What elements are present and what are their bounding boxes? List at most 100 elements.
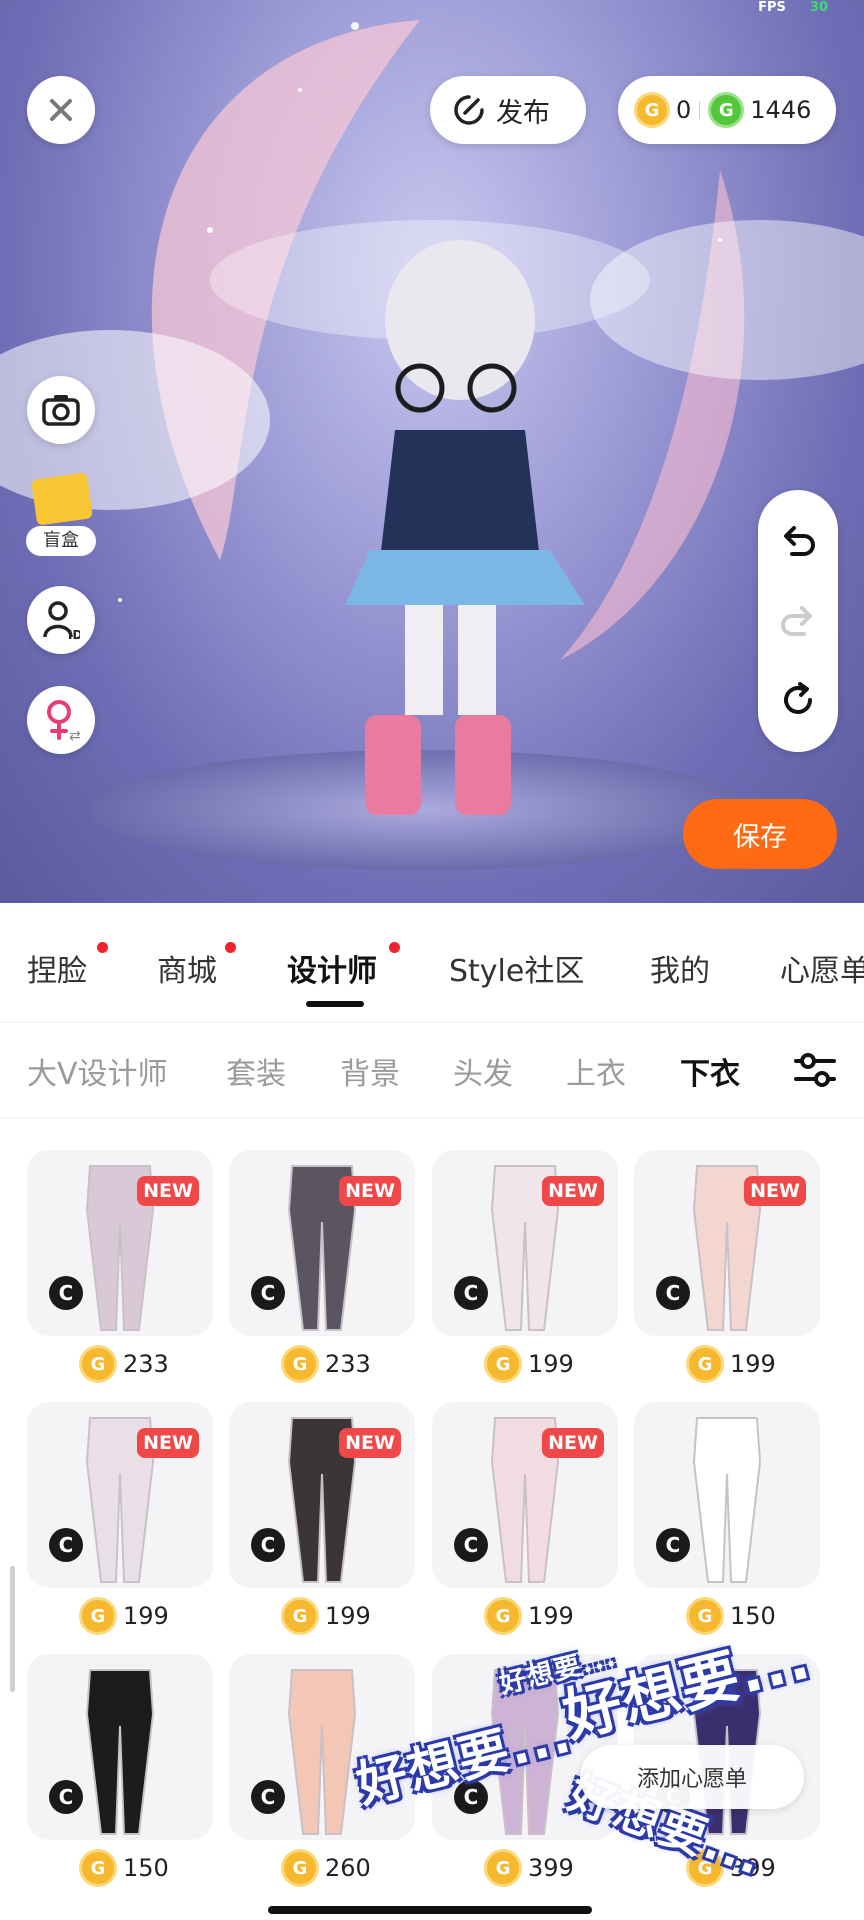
save-button[interactable]: 保存 [683, 799, 837, 869]
svg-text:ID: ID [68, 628, 80, 641]
scrollbar[interactable] [10, 1566, 15, 1692]
coin-icon: G [484, 1849, 522, 1887]
gem-icon: G [708, 92, 745, 128]
reset-button[interactable] [776, 678, 820, 722]
category-set[interactable]: 套装 [226, 1049, 286, 1093]
user-id-icon: ID [43, 601, 80, 641]
item-price: G 260 [281, 1848, 371, 1888]
coin-icon: G [79, 1597, 117, 1635]
creator-badge: C [49, 1780, 83, 1814]
fps-label: FPS [758, 0, 786, 15]
close-icon [50, 99, 72, 121]
coin-icon: G [79, 1345, 117, 1383]
add-wishlist-button[interactable]: 添加心愿单 [580, 1745, 804, 1809]
item-card[interactable]: NEW C [634, 1150, 820, 1336]
price-value: 199 [528, 1350, 574, 1378]
main-tab-bar [0, 903, 864, 1023]
coin-icon: G [281, 1345, 319, 1383]
fps-value: 30 [809, 0, 828, 15]
publish-button[interactable]: 发布 [430, 76, 586, 144]
publish-icon [454, 95, 484, 125]
category-bottom[interactable]: 下衣 [680, 1049, 740, 1093]
history-panel [758, 490, 838, 752]
item-price: G 199 [484, 1596, 574, 1636]
avatar-id-button[interactable]: ID [27, 586, 95, 654]
fps-counter: FPS 30 [758, 0, 828, 15]
price-value: 150 [123, 1854, 169, 1882]
new-badge: NEW [137, 1428, 199, 1458]
notification-dot [389, 942, 400, 953]
item-price: G 199 [686, 1344, 776, 1384]
new-badge: NEW [339, 1428, 401, 1458]
filter-button[interactable] [792, 1049, 838, 1091]
female-icon: ⇄ [47, 700, 81, 742]
close-button[interactable] [27, 76, 95, 144]
item-price: G 199 [484, 1344, 574, 1384]
creator-badge: C [656, 1528, 690, 1562]
garment-image [692, 1417, 762, 1583]
redo-button[interactable] [776, 598, 820, 642]
new-badge: NEW [339, 1176, 401, 1206]
item-card[interactable]: NEW C [432, 1402, 618, 1588]
item-price: G 199 [79, 1596, 169, 1636]
creator-badge: C [454, 1276, 488, 1310]
home-indicator [268, 1906, 592, 1914]
creator-badge: C [251, 1780, 285, 1814]
coin-icon: G [686, 1597, 724, 1635]
price-value: 233 [325, 1350, 371, 1378]
item-card[interactable]: C [27, 1654, 213, 1840]
item-price: G 199 [281, 1596, 371, 1636]
category-background[interactable]: 背景 [340, 1049, 400, 1093]
tab-designer[interactable]: 设计师 [287, 946, 377, 990]
price-value: 199 [325, 1602, 371, 1630]
item-card[interactable]: NEW C [229, 1150, 415, 1336]
item-card[interactable]: NEW C [432, 1150, 618, 1336]
new-badge: NEW [542, 1428, 604, 1458]
price-value: 399 [528, 1854, 574, 1882]
gem-balance: 1446 [750, 96, 812, 124]
price-value: 199 [730, 1350, 776, 1378]
creator-badge: C [251, 1528, 285, 1562]
creator-badge: C [49, 1528, 83, 1562]
new-badge: NEW [542, 1176, 604, 1206]
svg-text:⇄: ⇄ [69, 728, 81, 742]
category-hair[interactable]: 头发 [453, 1049, 513, 1093]
blind-box-button[interactable]: 盲盒 [26, 472, 96, 556]
price-value: 260 [325, 1854, 371, 1882]
new-badge: NEW [137, 1176, 199, 1206]
reset-icon [784, 682, 812, 714]
item-card[interactable]: NEW C [229, 1402, 415, 1588]
category-big-v-designer[interactable]: 大V设计师 [27, 1049, 168, 1093]
creator-badge: C [656, 1276, 690, 1310]
camera-button[interactable] [27, 376, 95, 444]
blind-box-icon [31, 472, 93, 526]
item-price: G 150 [79, 1848, 169, 1888]
tab-face[interactable]: 捏脸 [27, 946, 87, 990]
item-card[interactable]: NEW C [27, 1150, 213, 1336]
coin-icon: G [281, 1597, 319, 1635]
item-card[interactable]: NEW C [27, 1402, 213, 1588]
active-tab-indicator [306, 1001, 364, 1007]
undo-button[interactable] [776, 518, 820, 562]
avatar-scene[interactable]: FPS 30 发布 G 0 G 1446 盲盒 ID ⇄ 保存 [0, 0, 864, 903]
tab-style-community[interactable]: Style社区 [449, 946, 584, 990]
notification-dot [97, 942, 108, 953]
coin-balance: 0 [676, 96, 692, 124]
blind-box-label: 盲盒 [26, 526, 96, 556]
item-card[interactable]: C [634, 1402, 820, 1588]
camera-icon [42, 395, 80, 426]
publish-label: 发布 [496, 97, 550, 129]
creator-badge: C [251, 1276, 285, 1310]
gender-switch-button[interactable]: ⇄ [27, 686, 95, 754]
tab-mine[interactable]: 我的 [650, 946, 710, 990]
new-badge: NEW [744, 1176, 806, 1206]
price-value: 199 [528, 1602, 574, 1630]
coin-icon: G [686, 1345, 724, 1383]
item-price: G 233 [79, 1344, 169, 1384]
tab-wishlist[interactable]: 心愿单 [780, 946, 864, 990]
balance-pill[interactable]: G 0 G 1446 [618, 76, 836, 144]
category-top[interactable]: 上衣 [566, 1049, 626, 1093]
tab-shop[interactable]: 商城 [157, 946, 217, 990]
item-price: G 399 [484, 1848, 574, 1888]
coin-icon: G [281, 1849, 319, 1887]
